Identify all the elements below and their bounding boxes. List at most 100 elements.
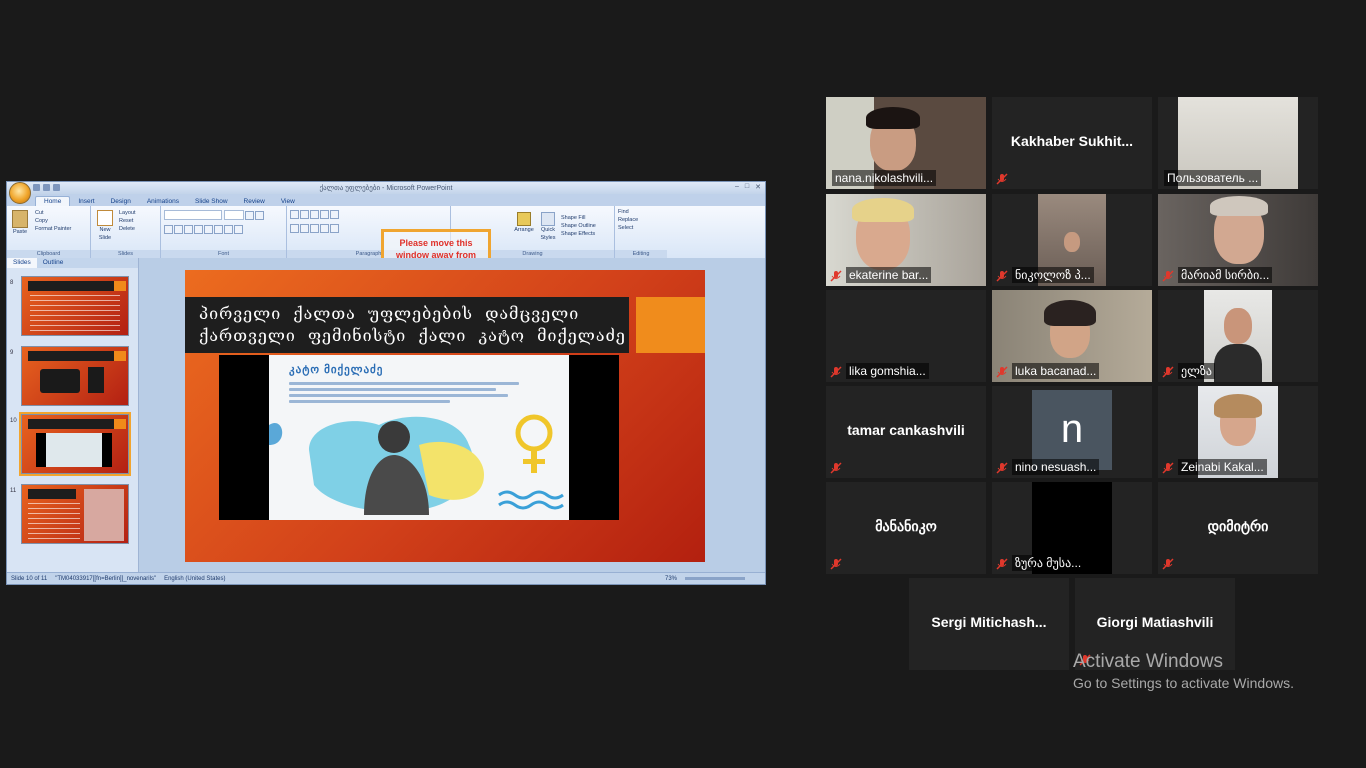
columns-icon[interactable]: [330, 224, 339, 233]
arrange-button[interactable]: Arrange: [513, 226, 535, 234]
shape-fill-button[interactable]: Shape Fill: [561, 214, 609, 222]
participant-tile[interactable]: luka bacanad...: [992, 290, 1152, 382]
slide-editor[interactable]: პირველი ქალთა უფლებების დამცველი ქართველ…: [139, 258, 765, 573]
shadow-icon[interactable]: [204, 225, 213, 234]
participant-tile[interactable]: მანანიკო: [826, 482, 986, 574]
format-painter-button[interactable]: Format Painter: [35, 225, 71, 233]
participant-tile[interactable]: ekaterine bar...: [826, 194, 986, 286]
office-button[interactable]: [9, 182, 31, 204]
tab-design[interactable]: Design: [103, 197, 139, 206]
slide-title[interactable]: პირველი ქალთა უფლებების დამცველი ქართველ…: [199, 303, 639, 347]
mic-off-icon: [1162, 462, 1174, 474]
grow-font-icon[interactable]: [245, 210, 255, 220]
tab-insert[interactable]: Insert: [70, 197, 102, 206]
cut-button[interactable]: Cut: [35, 209, 71, 217]
current-slide[interactable]: პირველი ქალთა უფლებების დამცველი ქართველ…: [185, 270, 705, 562]
participant-tile[interactable]: Kakhaber Sukhit...: [992, 97, 1152, 189]
participant-tile[interactable]: Пользователь ...: [1158, 97, 1318, 189]
font-group: Font: [161, 206, 287, 258]
decrease-indent-icon[interactable]: [310, 210, 319, 219]
clipboard-label: Clipboard: [7, 250, 90, 258]
align-right-icon[interactable]: [310, 224, 319, 233]
participant-tile[interactable]: lika gomshia...: [826, 290, 986, 382]
underline-icon[interactable]: [184, 225, 193, 234]
body-shape: [1214, 344, 1262, 382]
mic-off-icon: [830, 366, 842, 378]
layout-button[interactable]: Layout: [119, 209, 136, 217]
line-spacing-icon[interactable]: [330, 210, 339, 219]
participant-tile[interactable]: Sergi Mitichash...: [909, 578, 1069, 670]
case-icon[interactable]: [224, 225, 233, 234]
bullets-icon[interactable]: [290, 210, 299, 219]
italic-icon[interactable]: [174, 225, 183, 234]
select-button[interactable]: Select: [618, 224, 664, 232]
font-name-combo[interactable]: [164, 210, 222, 220]
tab-review[interactable]: Review: [236, 197, 273, 206]
bold-icon[interactable]: [164, 225, 173, 234]
tab-view[interactable]: View: [273, 197, 303, 206]
replace-button[interactable]: Replace: [618, 216, 664, 224]
slide-thumbnail-9[interactable]: [21, 346, 129, 406]
tab-slide-show[interactable]: Slide Show: [187, 197, 236, 206]
shape-effects-button[interactable]: Shape Effects: [561, 230, 609, 238]
participant-tile[interactable]: Zeinabi Kakal...: [1158, 386, 1318, 478]
close-icon[interactable]: ✕: [755, 183, 761, 191]
tab-slides[interactable]: Slides: [7, 258, 37, 268]
participant-tile[interactable]: ნიკოლოზ პ...: [992, 194, 1152, 286]
participant-tile[interactable]: tamar cankashvili: [826, 386, 986, 478]
font-size-combo[interactable]: [223, 210, 244, 220]
participant-name: nana.nikolashvili...: [832, 170, 937, 186]
participant-name: Giorgi Matiashvili: [1096, 614, 1214, 630]
participant-tile[interactable]: ზურა მუსა...: [992, 482, 1152, 574]
slide-counter: Slide 10 of 11: [11, 575, 48, 582]
participant-tile[interactable]: მარიამ სირბი...: [1158, 194, 1318, 286]
tab-home[interactable]: Home: [35, 196, 71, 206]
justify-icon[interactable]: [320, 224, 329, 233]
tab-animations[interactable]: Animations: [139, 197, 187, 206]
language[interactable]: English (United States): [164, 576, 225, 582]
participant-tile[interactable]: ელზა: [1158, 290, 1318, 382]
align-left-icon[interactable]: [290, 224, 299, 233]
window-title-bar: ქალთა უფლებები - Microsoft PowerPoint – …: [7, 182, 765, 204]
copy-button[interactable]: Copy: [35, 217, 71, 225]
save-icon[interactable]: [33, 184, 40, 191]
numbering-icon[interactable]: [300, 210, 309, 219]
window-title: ქალთა უფლებები - Microsoft PowerPoint: [319, 185, 453, 192]
participant-tile[interactable]: nana.nikolashvili...: [826, 97, 986, 189]
maximize-icon[interactable]: □: [745, 183, 749, 191]
slide-image[interactable]: კატო მიქელაძე: [219, 355, 619, 520]
shape-outline-button[interactable]: Shape Outline: [561, 222, 609, 230]
undo-icon[interactable]: [43, 184, 50, 191]
new-slide-button[interactable]: New Slide: [94, 226, 116, 242]
shrink-font-icon[interactable]: [255, 210, 265, 220]
align-center-icon[interactable]: [300, 224, 309, 233]
slide-thumbnail-11[interactable]: [21, 484, 129, 544]
spacing-icon[interactable]: [214, 225, 223, 234]
participant-name: luka bacanad...: [1012, 363, 1100, 379]
thumb-number: 9: [10, 350, 14, 356]
mic-off-icon: [996, 462, 1008, 474]
mic-off-icon: [996, 270, 1008, 282]
increase-indent-icon[interactable]: [320, 210, 329, 219]
hair-shape: [866, 107, 920, 129]
paste-button[interactable]: Paste: [11, 228, 29, 236]
participant-tile[interactable]: დიმიტრი: [1158, 482, 1318, 574]
slide-thumbnail-8[interactable]: [21, 276, 129, 336]
tab-outline[interactable]: Outline: [37, 258, 70, 268]
redo-icon[interactable]: [53, 184, 60, 191]
watermark-title: Activate Windows: [1073, 651, 1223, 672]
quick-styles-button[interactable]: Quick Styles: [537, 226, 559, 242]
participant-name: lika gomshia...: [846, 363, 929, 379]
delete-button[interactable]: Delete: [119, 225, 136, 233]
minimize-icon[interactable]: –: [735, 183, 739, 191]
zoom-slider[interactable]: [685, 577, 745, 580]
strikethrough-icon[interactable]: [194, 225, 203, 234]
slide-thumbnail-10[interactable]: [19, 412, 131, 476]
participant-tile[interactable]: n nino nesuash...: [992, 386, 1152, 478]
zoom-level[interactable]: 73%: [665, 576, 677, 582]
font-color-icon[interactable]: [234, 225, 243, 234]
participant-name: Sergi Mitichash...: [931, 614, 1047, 630]
poster-image: კატო მიქელაძე: [269, 355, 569, 520]
find-button[interactable]: Find: [618, 208, 664, 216]
reset-button[interactable]: Reset: [119, 217, 136, 225]
